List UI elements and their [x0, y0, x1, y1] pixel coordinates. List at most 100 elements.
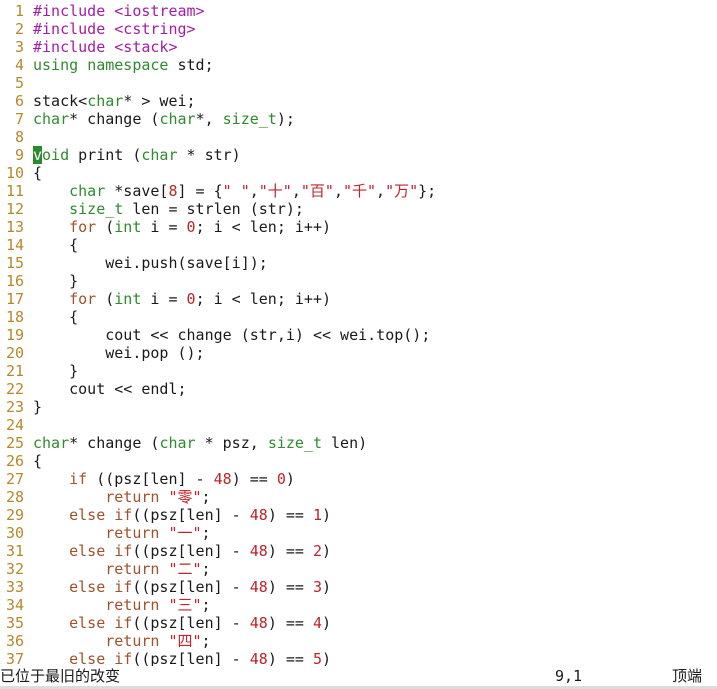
code-line[interactable]: 2 #include <cstring> — [0, 20, 717, 38]
code-text[interactable]: } — [33, 362, 78, 380]
code-token: int — [114, 290, 142, 308]
code-line[interactable]: 33 else if((psz[len] - 48) == 3) — [0, 578, 717, 596]
code-line[interactable]: 7 char* change (char*, size_t); — [0, 110, 717, 128]
code-line[interactable]: 29 else if((psz[len] - 48) == 1) — [0, 506, 717, 524]
code-line[interactable]: 19 cout << change (str,i) << wei.top(); — [0, 326, 717, 344]
code-line[interactable]: 30 return "一"; — [0, 524, 717, 542]
code-text[interactable]: #include <cstring> — [33, 20, 196, 38]
code-text[interactable]: } — [33, 398, 42, 416]
code-token: "四" — [168, 632, 202, 650]
code-line[interactable]: 34 return "三"; — [0, 596, 717, 614]
code-text[interactable]: void print (char * str) — [33, 146, 241, 164]
code-text[interactable]: char* change (char*, size_t); — [33, 110, 295, 128]
code-text[interactable]: return "三"; — [33, 596, 210, 614]
code-line[interactable]: 9 void print (char * str) — [0, 146, 717, 164]
code-line[interactable]: 20 wei.pop (); — [0, 344, 717, 362]
code-token: i = — [141, 218, 187, 236]
code-line[interactable]: 21 } — [0, 362, 717, 380]
code-line[interactable]: 36 return "四"; — [0, 632, 717, 650]
line-number: 13 — [5, 218, 24, 236]
code-token: ); — [276, 110, 295, 128]
code-text[interactable]: for (int i = 0; i < len; i++) — [33, 218, 331, 236]
code-text[interactable]: { — [33, 308, 78, 326]
code-text[interactable]: wei.pop (); — [33, 344, 204, 362]
line-number: 27 — [5, 470, 24, 488]
code-token: { — [33, 308, 79, 326]
code-line[interactable]: 14 { — [0, 236, 717, 254]
code-line[interactable]: 6 stack<char* > wei; — [0, 92, 717, 110]
code-line[interactable]: 15 wei.push(save[i]); — [0, 254, 717, 272]
code-text[interactable]: cout << endl; — [33, 380, 186, 398]
code-line[interactable]: 11 char *save[8] = {" ","十","百","千","万"}… — [0, 182, 717, 200]
code-line[interactable]: 32 return "二"; — [0, 560, 717, 578]
code-line[interactable]: 24 — [0, 416, 717, 434]
code-text[interactable]: } — [33, 272, 78, 290]
code-text[interactable]: else if((psz[len] - 48) == 3) — [33, 578, 331, 596]
code-line[interactable]: 28 return "零"; — [0, 488, 717, 506]
code-line[interactable]: 17 for (int i = 0; i < len; i++) — [0, 290, 717, 308]
code-line[interactable]: 23} — [0, 398, 717, 416]
line-number: 8 — [14, 128, 24, 146]
code-text[interactable]: return "二"; — [33, 560, 210, 578]
code-text[interactable]: for (int i = 0; i < len; i++) — [33, 290, 331, 308]
code-token: return — [105, 524, 160, 542]
code-text[interactable]: { — [33, 236, 78, 254]
code-line[interactable]: 4 using namespace std; — [0, 56, 717, 74]
code-line[interactable]: 16 } — [0, 272, 717, 290]
code-line[interactable]: 8 — [0, 128, 717, 146]
code-token: 48 — [249, 542, 268, 560]
code-line[interactable]: 10 { — [0, 164, 717, 182]
code-text[interactable]: else if((psz[len] - 48) == 4) — [33, 614, 331, 632]
code-editor[interactable]: 1 #include <iostream> 2 #include <cstring> 3… — [0, 2, 717, 668]
cursor-position: 9,1 — [555, 667, 583, 685]
code-token: using — [33, 56, 79, 74]
code-text[interactable]: return "零"; — [33, 488, 210, 506]
code-line[interactable]: 27 if ((psz[len] - 48) == 0) — [0, 470, 717, 488]
code-text[interactable]: cout << change (str,i) << wei.top(); — [33, 326, 430, 344]
code-token: ) == — [267, 614, 313, 632]
code-line[interactable]: 12 size_t len = strlen (str); — [0, 200, 717, 218]
code-token: ) — [322, 506, 332, 524]
code-token: return — [105, 632, 160, 650]
code-text[interactable]: else if((psz[len] - 48) == 1) — [33, 506, 331, 524]
code-token: else — [69, 578, 106, 596]
code-text[interactable]: #include <stack> — [33, 38, 178, 56]
code-line[interactable]: 25 char* change (char * psz, size_t len) — [0, 434, 717, 452]
code-line[interactable]: 22 cout << endl; — [0, 380, 717, 398]
code-token: char — [69, 182, 106, 200]
code-text[interactable]: return "四"; — [33, 632, 211, 650]
code-line[interactable]: 31 else if((psz[len] - 48) == 2) — [0, 542, 717, 560]
code-text[interactable]: stack<char* > wei; — [33, 92, 196, 110]
code-text[interactable]: using namespace std; — [33, 56, 214, 74]
code-text[interactable]: char* change (char * psz, size_t len) — [33, 434, 367, 452]
code-text[interactable]: size_t len = strlen (str); — [33, 200, 304, 218]
line-number: 5 — [14, 74, 24, 92]
code-text[interactable]: wei.push(save[i]); — [33, 254, 268, 272]
code-token: ) — [285, 470, 295, 488]
status-bar: 已位于最旧的改变 9,1 顶端 — [0, 666, 717, 686]
code-line[interactable]: 1 #include <iostream> — [0, 2, 717, 20]
code-token: char — [141, 146, 178, 164]
code-text[interactable]: #include <iostream> — [33, 2, 205, 20]
code-token: ; — [201, 632, 211, 650]
code-text[interactable]: return "一"; — [33, 524, 210, 542]
code-line[interactable]: 35 else if((psz[len] - 48) == 4) — [0, 614, 717, 632]
code-token: ( — [96, 290, 115, 308]
code-line[interactable]: 5 — [0, 74, 717, 92]
code-line[interactable]: 26 { — [0, 452, 717, 470]
code-line[interactable]: 13 for (int i = 0; i < len; i++) — [0, 218, 717, 236]
code-token: * change ( — [69, 434, 160, 452]
code-token: , — [291, 182, 301, 200]
code-line[interactable]: 3 #include <stack> — [0, 38, 717, 56]
code-text[interactable]: if ((psz[len] - 48) == 0) — [33, 470, 295, 488]
code-text[interactable]: char *save[8] = {" ","十","百","千","万"}; — [33, 182, 436, 200]
status-message: 已位于最旧的改变 — [0, 667, 121, 685]
code-text[interactable]: else if((psz[len] - 48) == 2) — [33, 542, 331, 560]
code-text[interactable]: { — [33, 164, 42, 182]
code-line[interactable]: 18 { — [0, 308, 717, 326]
code-token: { — [33, 164, 43, 182]
code-text[interactable]: { — [33, 452, 42, 470]
